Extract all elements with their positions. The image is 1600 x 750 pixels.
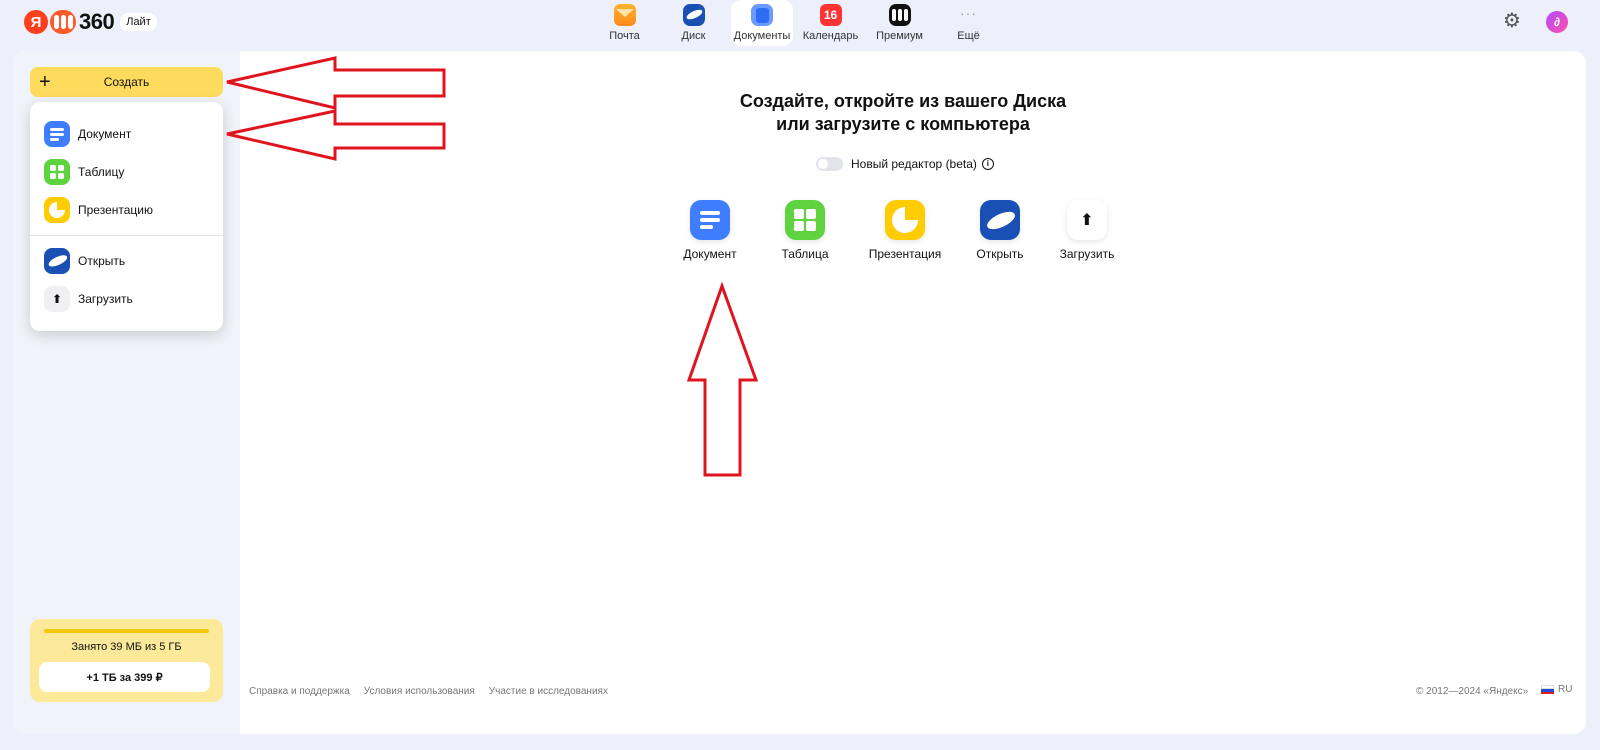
service-mail[interactable]: Почта	[590, 0, 659, 46]
menu-item-presentation[interactable]: Презентацию	[44, 196, 153, 224]
footer-link-terms[interactable]: Условия использования	[364, 686, 475, 697]
main-panel: + Создать Документ Таблицу Презентацию О…	[13, 51, 1586, 734]
presentation-icon	[44, 197, 70, 223]
tile-document[interactable]: Документ	[665, 200, 755, 261]
top-bar: Я 360 Лайт Почта Диск Документы 16 Кален…	[0, 0, 1600, 50]
russia-flag-icon	[1541, 685, 1554, 694]
language-switcher[interactable]: RU	[1541, 684, 1572, 695]
page-heading: Создайте, откройте из вашего Диска или з…	[673, 90, 1133, 136]
document-icon	[690, 200, 730, 240]
avatar-icon[interactable]: ∂	[1546, 11, 1568, 33]
tile-label: Таблица	[781, 247, 829, 261]
plan-badge: Лайт	[120, 13, 157, 31]
service-label: Диск	[681, 30, 706, 42]
mail-icon	[613, 4, 636, 26]
plus-icon: +	[39, 71, 51, 93]
copyright-text: © 2012—2024 «Яндекс»	[1416, 686, 1529, 697]
menu-item-spreadsheet[interactable]: Таблицу	[44, 158, 124, 186]
service-documents[interactable]: Документы	[731, 0, 793, 46]
tile-label: Загрузить	[1059, 247, 1115, 261]
menu-item-label: Загрузить	[78, 292, 133, 306]
storage-progress-bar	[44, 629, 209, 633]
tile-label: Документ	[683, 247, 737, 261]
service-label: Премиум	[876, 30, 923, 42]
new-editor-toggle-row: Новый редактор (beta) i	[816, 157, 994, 171]
menu-item-open[interactable]: Открыть	[44, 247, 125, 275]
menu-item-label: Презентацию	[78, 203, 153, 217]
services-nav: Почта Диск Документы 16 Календарь Премиу…	[590, 0, 1003, 46]
service-disk[interactable]: Диск	[659, 0, 728, 46]
menu-item-label: Документ	[78, 127, 132, 141]
logo-number: 360	[79, 9, 115, 34]
tile-upload[interactable]: ⬆ Загрузить	[1042, 200, 1132, 261]
upgrade-storage-button[interactable]: +1 ТБ за 399 ₽	[39, 662, 210, 692]
logo-ya-mark: Я	[24, 10, 48, 34]
tile-spreadsheet[interactable]: Таблица	[760, 200, 850, 261]
more-icon: ···	[960, 5, 977, 21]
presentation-icon	[885, 200, 925, 240]
service-label: Календарь	[802, 30, 859, 42]
menu-divider	[30, 235, 223, 236]
upload-icon: ⬆	[1067, 200, 1107, 240]
service-label: Документы	[733, 30, 791, 42]
service-more[interactable]: ··· Ещё	[934, 0, 1003, 46]
yandex-360-logo[interactable]: Я 360 Лайт	[24, 9, 157, 35]
tile-presentation[interactable]: Презентация	[860, 200, 950, 261]
menu-item-upload[interactable]: ⬆ Загрузить	[44, 285, 133, 313]
documents-icon	[751, 4, 773, 26]
calendar-icon: 16	[819, 4, 842, 26]
heading-line-1: Создайте, откройте из вашего Диска	[739, 91, 1067, 111]
info-icon[interactable]: i	[981, 158, 994, 170]
menu-item-label: Открыть	[78, 254, 126, 268]
document-icon	[44, 121, 70, 147]
tile-label: Презентация	[868, 247, 942, 261]
create-button[interactable]: + Создать	[30, 67, 223, 97]
service-calendar[interactable]: 16 Календарь	[796, 0, 865, 46]
sidebar: + Создать Документ Таблицу Презентацию О…	[13, 51, 240, 734]
footer-link-help[interactable]: Справка и поддержка	[249, 686, 350, 697]
language-label: RU	[1558, 684, 1573, 695]
service-label: Ещё	[957, 30, 980, 42]
open-disk-icon	[980, 200, 1020, 240]
heading-line-2: или загрузите с компьютера	[776, 114, 1030, 134]
tile-label: Открыть	[976, 247, 1024, 261]
service-premium[interactable]: Премиум	[865, 0, 934, 46]
premium-icon	[888, 4, 911, 26]
disk-icon	[682, 4, 705, 26]
menu-item-document[interactable]: Документ	[44, 120, 131, 148]
spreadsheet-icon	[785, 200, 825, 240]
open-disk-icon	[44, 248, 70, 274]
footer-links: Справка и поддержка Условия использовани…	[249, 686, 608, 697]
logo-360-rings-icon	[50, 10, 76, 34]
service-label: Почта	[609, 30, 640, 42]
new-editor-toggle[interactable]	[816, 157, 843, 171]
upload-icon: ⬆	[44, 286, 70, 312]
gear-icon[interactable]: ⚙	[1502, 11, 1522, 31]
footer-link-research[interactable]: Участие в исследованиях	[489, 686, 608, 697]
spreadsheet-icon	[44, 159, 70, 185]
menu-item-label: Таблицу	[78, 165, 125, 179]
storage-widget: Занято 39 МБ из 5 ГБ +1 ТБ за 399 ₽	[30, 619, 223, 702]
create-dropdown-menu: Документ Таблицу Презентацию Открыть ⬆ З…	[30, 102, 223, 331]
storage-usage-text: Занято 39 МБ из 5 ГБ	[71, 641, 182, 653]
new-editor-label: Новый редактор (beta)	[851, 157, 977, 171]
tile-open[interactable]: Открыть	[955, 200, 1045, 261]
create-label: Создать	[103, 75, 150, 89]
